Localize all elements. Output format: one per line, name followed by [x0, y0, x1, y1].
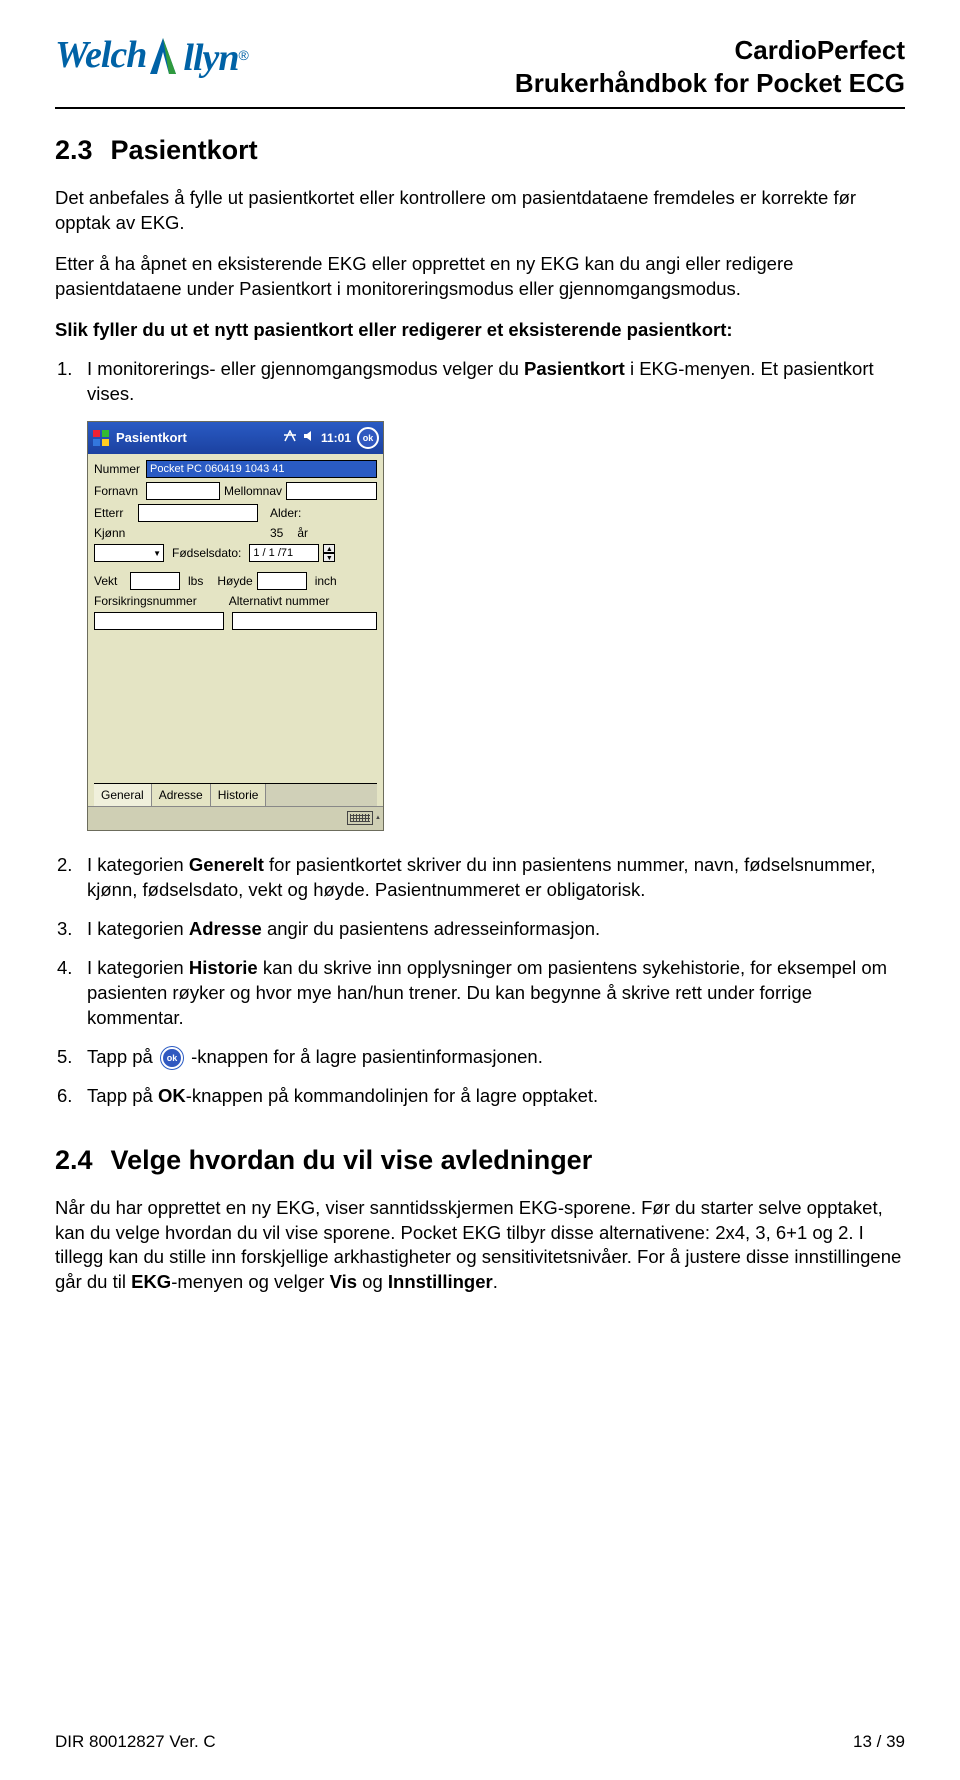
- ppc-tabstrip: General Adresse Historie: [94, 783, 377, 806]
- section-24-title: Velge hvordan du vil vise avledninger: [111, 1145, 593, 1175]
- doc-title: CardioPerfect Brukerhåndbok for Pocket E…: [515, 30, 905, 99]
- spinner-fodselsdato[interactable]: ▲▼: [323, 544, 335, 562]
- ppc-window-title: Pasientkort: [116, 430, 283, 445]
- lbl-vekt: Vekt: [94, 574, 126, 588]
- input-altnummer[interactable]: [232, 612, 377, 630]
- step2-a: I kategorien: [87, 854, 189, 875]
- ppc-system-tray: 11:01 ok: [283, 427, 379, 449]
- unit-vekt: lbs: [188, 574, 203, 588]
- step1-text-a: I monitorerings- eller gjennomgangsmodus…: [87, 358, 524, 379]
- step3-b: Adresse: [189, 918, 262, 939]
- lbl-alder: Alder:: [270, 506, 301, 520]
- page-footer: DIR 80012827 Ver. C 13 / 39: [55, 1732, 905, 1752]
- dropdown-kjonn[interactable]: [94, 544, 164, 562]
- lbl-forsikring: Forsikringsnummer: [94, 594, 197, 608]
- s24-f: Innstillinger: [388, 1271, 493, 1292]
- input-hoyde[interactable]: [257, 572, 307, 590]
- doc-title-line2: Brukerhåndbok for Pocket ECG: [515, 67, 905, 100]
- section-23-para2: Etter å ha åpnet en eksisterende EKG ell…: [55, 252, 905, 302]
- section-23-heading: 2.3 Pasientkort: [55, 135, 905, 166]
- section-23-boldline: Slik fyller du ut et nytt pasientkort el…: [55, 318, 905, 343]
- tab-adresse[interactable]: Adresse: [152, 784, 211, 806]
- logo-registered: ®: [239, 47, 249, 63]
- ppc-clock[interactable]: 11:01: [321, 431, 351, 445]
- step6-b: OK: [158, 1085, 186, 1106]
- connectivity-icon[interactable]: [283, 430, 297, 445]
- step1-text-b: Pasientkort: [524, 358, 625, 379]
- ppc-ok-button[interactable]: ok: [357, 427, 379, 449]
- step-1: 1. I monitorerings- eller gjennomgangsmo…: [87, 357, 905, 407]
- speaker-icon[interactable]: [303, 430, 315, 445]
- val-fodselsdato: 1 / 1 /71: [253, 547, 293, 559]
- section-24-para: Når du har opprettet en ny EKG, viser sa…: [55, 1196, 905, 1296]
- step6-c: -knappen på kommandolinjen for å lagre o…: [186, 1085, 598, 1106]
- step3-c: angir du pasientens adresseinformasjon.: [262, 918, 600, 939]
- section-23-para1: Det anbefales å fylle ut pasientkortet e…: [55, 186, 905, 236]
- step-4: 4. I kategorien Historie kan du skrive i…: [87, 956, 905, 1031]
- val-alder: 35: [270, 526, 283, 540]
- step3-a: I kategorien: [87, 918, 189, 939]
- windows-start-icon[interactable]: [90, 427, 112, 449]
- tab-historie[interactable]: Historie: [211, 784, 267, 806]
- lbl-fornavn: Fornavn: [94, 484, 142, 498]
- lbl-etternavn: Etterr: [94, 506, 134, 520]
- logo-text-welch: Welch: [55, 33, 146, 77]
- section-24-num: 2.4: [55, 1145, 93, 1175]
- input-fodselsdato[interactable]: 1 / 1 /71: [249, 544, 319, 562]
- step-5: 5. Tapp på ok -knappen for å lagre pasie…: [87, 1045, 905, 1070]
- input-forsikring[interactable]: [94, 612, 224, 630]
- lbl-nummer: Nummer: [94, 462, 142, 476]
- footer-doc-id: DIR 80012827 Ver. C: [55, 1732, 216, 1752]
- footer-page-number: 13 / 39: [853, 1732, 905, 1752]
- lbl-mellomnavn: Mellomnav: [224, 484, 282, 498]
- step-6: 6. Tapp på OK-knappen på kommandolinjen …: [87, 1084, 905, 1109]
- inline-ok-icon: ok: [161, 1047, 183, 1069]
- step-2: 2. I kategorien Generelt for pasientkort…: [87, 853, 905, 903]
- s24-e: og: [357, 1271, 388, 1292]
- ppc-commandbar: [88, 806, 383, 830]
- step5-b: -knappen for å lagre pasientinformasjone…: [186, 1046, 543, 1067]
- lbl-hoyde: Høyde: [217, 574, 252, 588]
- pocketpc-screenshot: Pasientkort 11:01 ok Nummer Pocket PC 06…: [87, 421, 384, 831]
- step-3: 3. I kategorien Adresse angir du pasient…: [87, 917, 905, 942]
- input-etternavn[interactable]: [138, 504, 258, 522]
- step4-a: I kategorien: [87, 957, 189, 978]
- ppc-titlebar: Pasientkort 11:01 ok: [88, 422, 383, 454]
- input-nummer[interactable]: Pocket PC 060419 1043 41: [146, 460, 377, 478]
- section-23-title: Pasientkort: [111, 135, 258, 165]
- lbl-kjonn: Kjønn: [94, 526, 134, 540]
- logo-text-llyn: llyn: [183, 36, 238, 80]
- keyboard-icon[interactable]: [347, 811, 373, 825]
- s24-d: Vis: [330, 1271, 357, 1292]
- s24-b: EKG: [131, 1271, 171, 1292]
- lbl-fodselsdato: Fødselsdato:: [172, 546, 241, 560]
- unit-hoyde: inch: [315, 574, 337, 588]
- s24-c: -menyen og velger: [171, 1271, 329, 1292]
- step4-b: Historie: [189, 957, 258, 978]
- lbl-altnummer: Alternativt nummer: [229, 594, 330, 608]
- input-vekt[interactable]: [130, 572, 180, 590]
- tab-general[interactable]: General: [94, 784, 152, 806]
- val-nummer: Pocket PC 060419 1043 41: [150, 463, 285, 475]
- section-24-heading: 2.4 Velge hvordan du vil vise avledninger: [55, 1145, 905, 1176]
- step5-a: Tapp på: [87, 1046, 158, 1067]
- doc-title-line1: CardioPerfect: [515, 34, 905, 67]
- page-header: Welch llyn ® CardioPerfect Brukerhåndbok…: [55, 30, 905, 109]
- section-23-num: 2.3: [55, 135, 93, 165]
- input-mellomnavn[interactable]: [286, 482, 377, 500]
- unit-alder: år: [297, 526, 308, 540]
- brand-logo: Welch llyn ®: [55, 30, 249, 80]
- s24-g: .: [493, 1271, 498, 1292]
- step2-b: Generelt: [189, 854, 264, 875]
- logo-allyn-icon: [146, 36, 180, 86]
- input-fornavn[interactable]: [146, 482, 220, 500]
- step6-a: Tapp på: [87, 1085, 158, 1106]
